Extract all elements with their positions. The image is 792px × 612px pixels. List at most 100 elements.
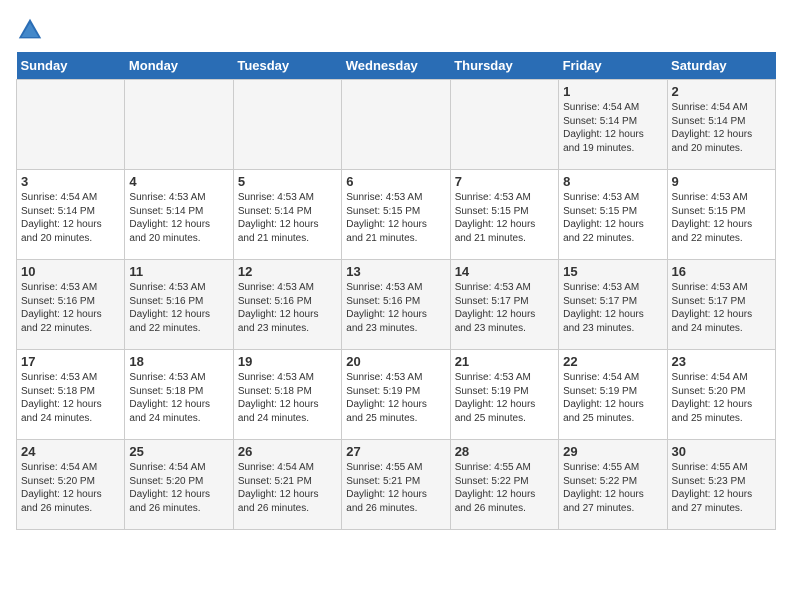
day-content: Sunrise: 4:54 AM Sunset: 5:20 PM Dayligh… [129, 461, 228, 515]
weekday-header-monday: Monday [125, 52, 233, 80]
day-content: Sunrise: 4:53 AM Sunset: 5:18 PM Dayligh… [21, 371, 120, 425]
day-number: 16 [672, 264, 771, 279]
weekday-header-tuesday: Tuesday [233, 52, 341, 80]
day-number: 25 [129, 444, 228, 459]
day-number: 10 [21, 264, 120, 279]
calendar-cell [450, 80, 558, 170]
day-number: 20 [346, 354, 445, 369]
day-number: 14 [455, 264, 554, 279]
calendar-cell: 15 Sunrise: 4:53 AM Sunset: 5:17 PM Dayli… [559, 260, 667, 350]
day-number: 4 [129, 174, 228, 189]
page-header [16, 16, 776, 44]
calendar-cell: 19 Sunrise: 4:53 AM Sunset: 5:18 PM Dayli… [233, 350, 341, 440]
day-content: Sunrise: 4:53 AM Sunset: 5:15 PM Dayligh… [563, 191, 662, 245]
weekday-header-wednesday: Wednesday [342, 52, 450, 80]
calendar-cell: 22 Sunrise: 4:54 AM Sunset: 5:19 PM Dayli… [559, 350, 667, 440]
day-number: 28 [455, 444, 554, 459]
day-content: Sunrise: 4:54 AM Sunset: 5:20 PM Dayligh… [672, 371, 771, 425]
calendar-cell [233, 80, 341, 170]
calendar-cell: 26 Sunrise: 4:54 AM Sunset: 5:21 PM Dayli… [233, 440, 341, 530]
day-content: Sunrise: 4:53 AM Sunset: 5:15 PM Dayligh… [346, 191, 445, 245]
calendar-cell: 8Sunrise: 4:53 AM Sunset: 5:15 PM Daylig… [559, 170, 667, 260]
day-content: Sunrise: 4:53 AM Sunset: 5:16 PM Dayligh… [129, 281, 228, 335]
calendar-week-2: 3 Sunrise: 4:54 AM Sunset: 5:14 PM Daylig… [17, 170, 776, 260]
calendar-cell: 17 Sunrise: 4:53 AM Sunset: 5:18 PM Dayli… [17, 350, 125, 440]
calendar-cell: 30 Sunrise: 4:55 AM Sunset: 5:23 PM Dayli… [667, 440, 775, 530]
weekday-header-friday: Friday [559, 52, 667, 80]
calendar-cell: 3 Sunrise: 4:54 AM Sunset: 5:14 PM Daylig… [17, 170, 125, 260]
calendar-cell [125, 80, 233, 170]
day-content: Sunrise: 4:55 AM Sunset: 5:22 PM Dayligh… [455, 461, 554, 515]
calendar-cell: 10 Sunrise: 4:53 AM Sunset: 5:16 PM Dayli… [17, 260, 125, 350]
calendar-cell: 6 Sunrise: 4:53 AM Sunset: 5:15 PM Daylig… [342, 170, 450, 260]
day-number: 5 [238, 174, 337, 189]
day-content: Sunrise: 4:53 AM Sunset: 5:16 PM Dayligh… [21, 281, 120, 335]
day-content: Sunrise: 4:53 AM Sunset: 5:16 PM Dayligh… [238, 281, 337, 335]
day-content: Sunrise: 4:55 AM Sunset: 5:22 PM Dayligh… [563, 461, 662, 515]
weekday-header-saturday: Saturday [667, 52, 775, 80]
calendar-cell: 16 Sunrise: 4:53 AM Sunset: 5:17 PM Dayli… [667, 260, 775, 350]
day-number: 19 [238, 354, 337, 369]
day-content: Sunrise: 4:53 AM Sunset: 5:19 PM Dayligh… [346, 371, 445, 425]
calendar-cell: 2 Sunrise: 4:54 AM Sunset: 5:14 PM Daylig… [667, 80, 775, 170]
day-number: 9 [672, 174, 771, 189]
calendar-cell: 28 Sunrise: 4:55 AM Sunset: 5:22 PM Dayli… [450, 440, 558, 530]
day-number: 22 [563, 354, 662, 369]
day-content: Sunrise: 4:55 AM Sunset: 5:23 PM Dayligh… [672, 461, 771, 515]
calendar-cell: 25 Sunrise: 4:54 AM Sunset: 5:20 PM Dayli… [125, 440, 233, 530]
weekday-header-thursday: Thursday [450, 52, 558, 80]
day-number: 11 [129, 264, 228, 279]
day-content: Sunrise: 4:53 AM Sunset: 5:19 PM Dayligh… [455, 371, 554, 425]
calendar-week-4: 17 Sunrise: 4:53 AM Sunset: 5:18 PM Dayli… [17, 350, 776, 440]
day-content: Sunrise: 4:54 AM Sunset: 5:19 PM Dayligh… [563, 371, 662, 425]
logo-icon [16, 16, 44, 44]
day-number: 6 [346, 174, 445, 189]
day-content: Sunrise: 4:53 AM Sunset: 5:17 PM Dayligh… [672, 281, 771, 335]
day-number: 29 [563, 444, 662, 459]
day-content: Sunrise: 4:53 AM Sunset: 5:15 PM Dayligh… [672, 191, 771, 245]
day-content: Sunrise: 4:54 AM Sunset: 5:21 PM Dayligh… [238, 461, 337, 515]
day-number: 2 [672, 84, 771, 99]
calendar-cell: 24Sunrise: 4:54 AM Sunset: 5:20 PM Dayli… [17, 440, 125, 530]
day-content: Sunrise: 4:53 AM Sunset: 5:15 PM Dayligh… [455, 191, 554, 245]
day-content: Sunrise: 4:53 AM Sunset: 5:17 PM Dayligh… [563, 281, 662, 335]
calendar-week-1: 1 Sunrise: 4:54 AM Sunset: 5:14 PM Daylig… [17, 80, 776, 170]
day-content: Sunrise: 4:55 AM Sunset: 5:21 PM Dayligh… [346, 461, 445, 515]
calendar-week-3: 10 Sunrise: 4:53 AM Sunset: 5:16 PM Dayli… [17, 260, 776, 350]
logo [16, 16, 48, 44]
day-content: Sunrise: 4:53 AM Sunset: 5:18 PM Dayligh… [238, 371, 337, 425]
calendar-cell: 29 Sunrise: 4:55 AM Sunset: 5:22 PM Dayli… [559, 440, 667, 530]
calendar-cell: 4 Sunrise: 4:53 AM Sunset: 5:14 PM Daylig… [125, 170, 233, 260]
calendar-week-5: 24 Sunrise: 4:54 AM Sunset: 5:20 PM Dayli… [17, 440, 776, 530]
day-number: 17 [21, 354, 120, 369]
day-content: Sunrise: 4:54 AM Sunset: 5:14 PM Dayligh… [672, 101, 771, 155]
calendar-cell: 1 Sunrise: 4:54 AM Sunset: 5:14 PM Daylig… [559, 80, 667, 170]
calendar-cell: 5 Sunrise: 4:53 AM Sunset: 5:14 PM Daylig… [233, 170, 341, 260]
day-number: 12 [238, 264, 337, 279]
calendar-cell [342, 80, 450, 170]
day-content: Sunrise: 4:53 AM Sunset: 5:17 PM Dayligh… [455, 281, 554, 335]
day-number: 3 [21, 174, 120, 189]
day-content: Sunrise: 4:54 AM Sunset: 5:14 PM Dayligh… [563, 101, 662, 155]
day-content: Sunrise: 4:53 AM Sunset: 5:14 PM Dayligh… [129, 191, 228, 245]
day-content: Sunrise: 4:53 AM Sunset: 5:14 PM Dayligh… [238, 191, 337, 245]
calendar-cell: 11 Sunrise: 4:53 AM Sunset: 5:16 PM Dayli… [125, 260, 233, 350]
calendar-cell: 23 Sunrise: 4:54 AM Sunset: 5:20 PM Dayli… [667, 350, 775, 440]
day-number: 15 [563, 264, 662, 279]
day-number: 24 [21, 444, 120, 459]
calendar-cell: 9 Sunrise: 4:53 AM Sunset: 5:15 PM Daylig… [667, 170, 775, 260]
calendar-cell: 14 Sunrise: 4:53 AM Sunset: 5:17 PM Dayli… [450, 260, 558, 350]
calendar-cell: 21Sunrise: 4:53 AM Sunset: 5:19 PM Dayli… [450, 350, 558, 440]
day-number: 30 [672, 444, 771, 459]
day-number: 1 [563, 84, 662, 99]
day-number: 7 [455, 174, 554, 189]
calendar-cell: 12 Sunrise: 4:53 AM Sunset: 5:16 PM Dayli… [233, 260, 341, 350]
day-content: Sunrise: 4:53 AM Sunset: 5:16 PM Dayligh… [346, 281, 445, 335]
day-number: 23 [672, 354, 771, 369]
day-content: Sunrise: 4:54 AM Sunset: 5:14 PM Dayligh… [21, 191, 120, 245]
calendar-cell: 7 Sunrise: 4:53 AM Sunset: 5:15 PM Daylig… [450, 170, 558, 260]
day-number: 27 [346, 444, 445, 459]
day-number: 26 [238, 444, 337, 459]
calendar-cell: 27 Sunrise: 4:55 AM Sunset: 5:21 PM Dayli… [342, 440, 450, 530]
calendar-cell: 20 Sunrise: 4:53 AM Sunset: 5:19 PM Dayli… [342, 350, 450, 440]
